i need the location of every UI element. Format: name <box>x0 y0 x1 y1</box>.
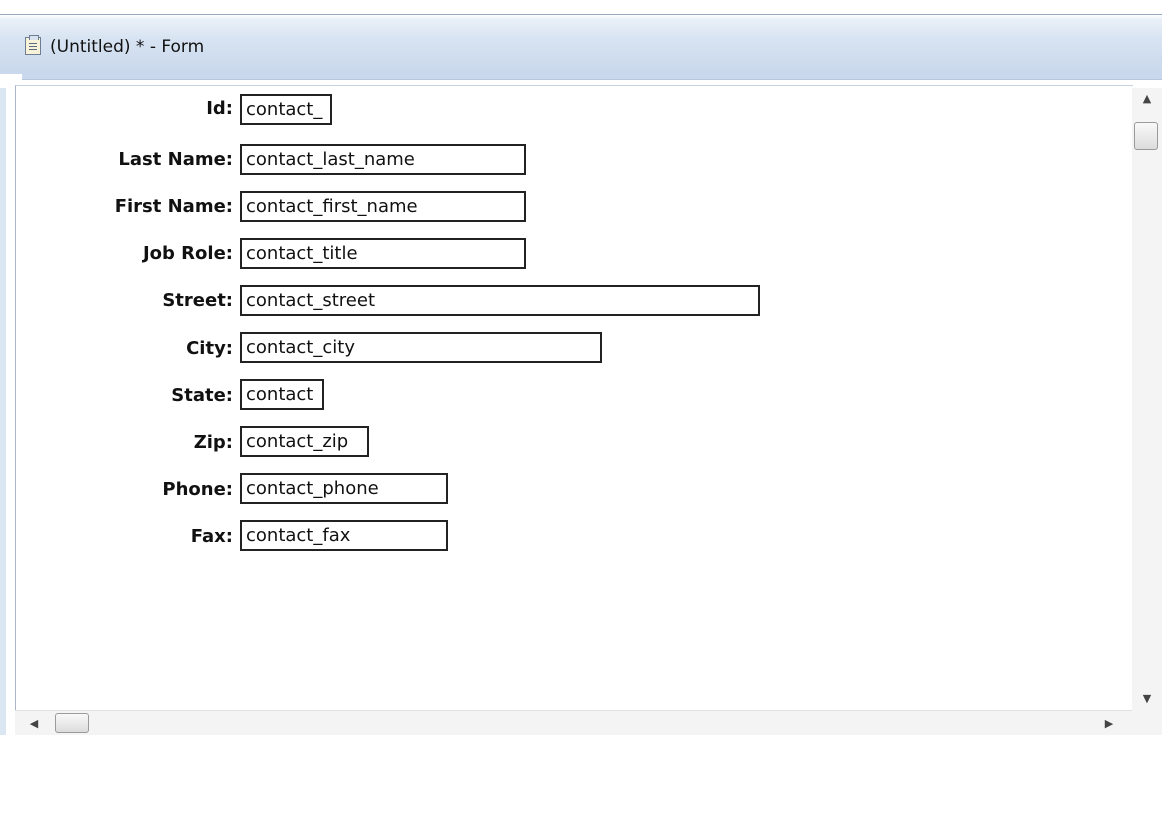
field-input-street[interactable]: contact_street <box>240 285 760 316</box>
field-input-id[interactable]: contact_ <box>240 94 332 125</box>
field-label-zip: Zip: <box>193 432 233 453</box>
field-input-city[interactable]: contact_city <box>240 332 602 363</box>
field-input-state[interactable]: contact <box>240 379 324 410</box>
field-label-street: Street: <box>162 290 233 311</box>
window-titlebar[interactable]: (Untitled) * - Form <box>0 14 1162 75</box>
vertical-scrollbar[interactable]: ▲ ▼ <box>1132 88 1162 710</box>
field-label-fax: Fax: <box>190 526 233 547</box>
arrow-up-icon[interactable]: ▲ <box>1132 88 1162 110</box>
horizontal-scroll-thumb[interactable] <box>55 713 89 733</box>
arrow-left-icon[interactable]: ◀ <box>23 711 45 736</box>
field-input-phone[interactable]: contact_phone <box>240 473 448 504</box>
vertical-scroll-thumb[interactable] <box>1134 122 1158 150</box>
field-label-first-name: First Name: <box>114 196 233 217</box>
form-design-area[interactable]: Id: contact_ Last Name: contact_last_nam… <box>15 85 1133 711</box>
horizontal-scrollbar[interactable]: ◀ ▶ <box>15 710 1132 736</box>
field-label-city: City: <box>186 338 233 359</box>
arrow-right-icon[interactable]: ▶ <box>1098 711 1120 736</box>
field-input-zip[interactable]: contact_zip <box>240 426 369 457</box>
left-rail <box>0 74 6 823</box>
window-bottom-area <box>0 735 1162 823</box>
field-input-fax[interactable]: contact_fax <box>240 520 448 551</box>
window-title: (Untitled) * - Form <box>50 37 205 57</box>
field-input-last-name[interactable]: contact_last_name <box>240 144 526 175</box>
field-label-phone: Phone: <box>162 479 233 500</box>
field-label-id: Id: <box>206 98 233 119</box>
field-label-state: State: <box>171 385 233 406</box>
field-input-job-role[interactable]: contact_title <box>240 238 526 269</box>
field-label-last-name: Last Name: <box>118 149 233 170</box>
scrollbar-corner <box>1132 710 1162 735</box>
form-document-icon <box>25 35 41 55</box>
field-label-job-role: Job Role: <box>142 243 233 264</box>
arrow-down-icon[interactable]: ▼ <box>1132 688 1162 710</box>
field-input-first-name[interactable]: contact_first_name <box>240 191 526 222</box>
